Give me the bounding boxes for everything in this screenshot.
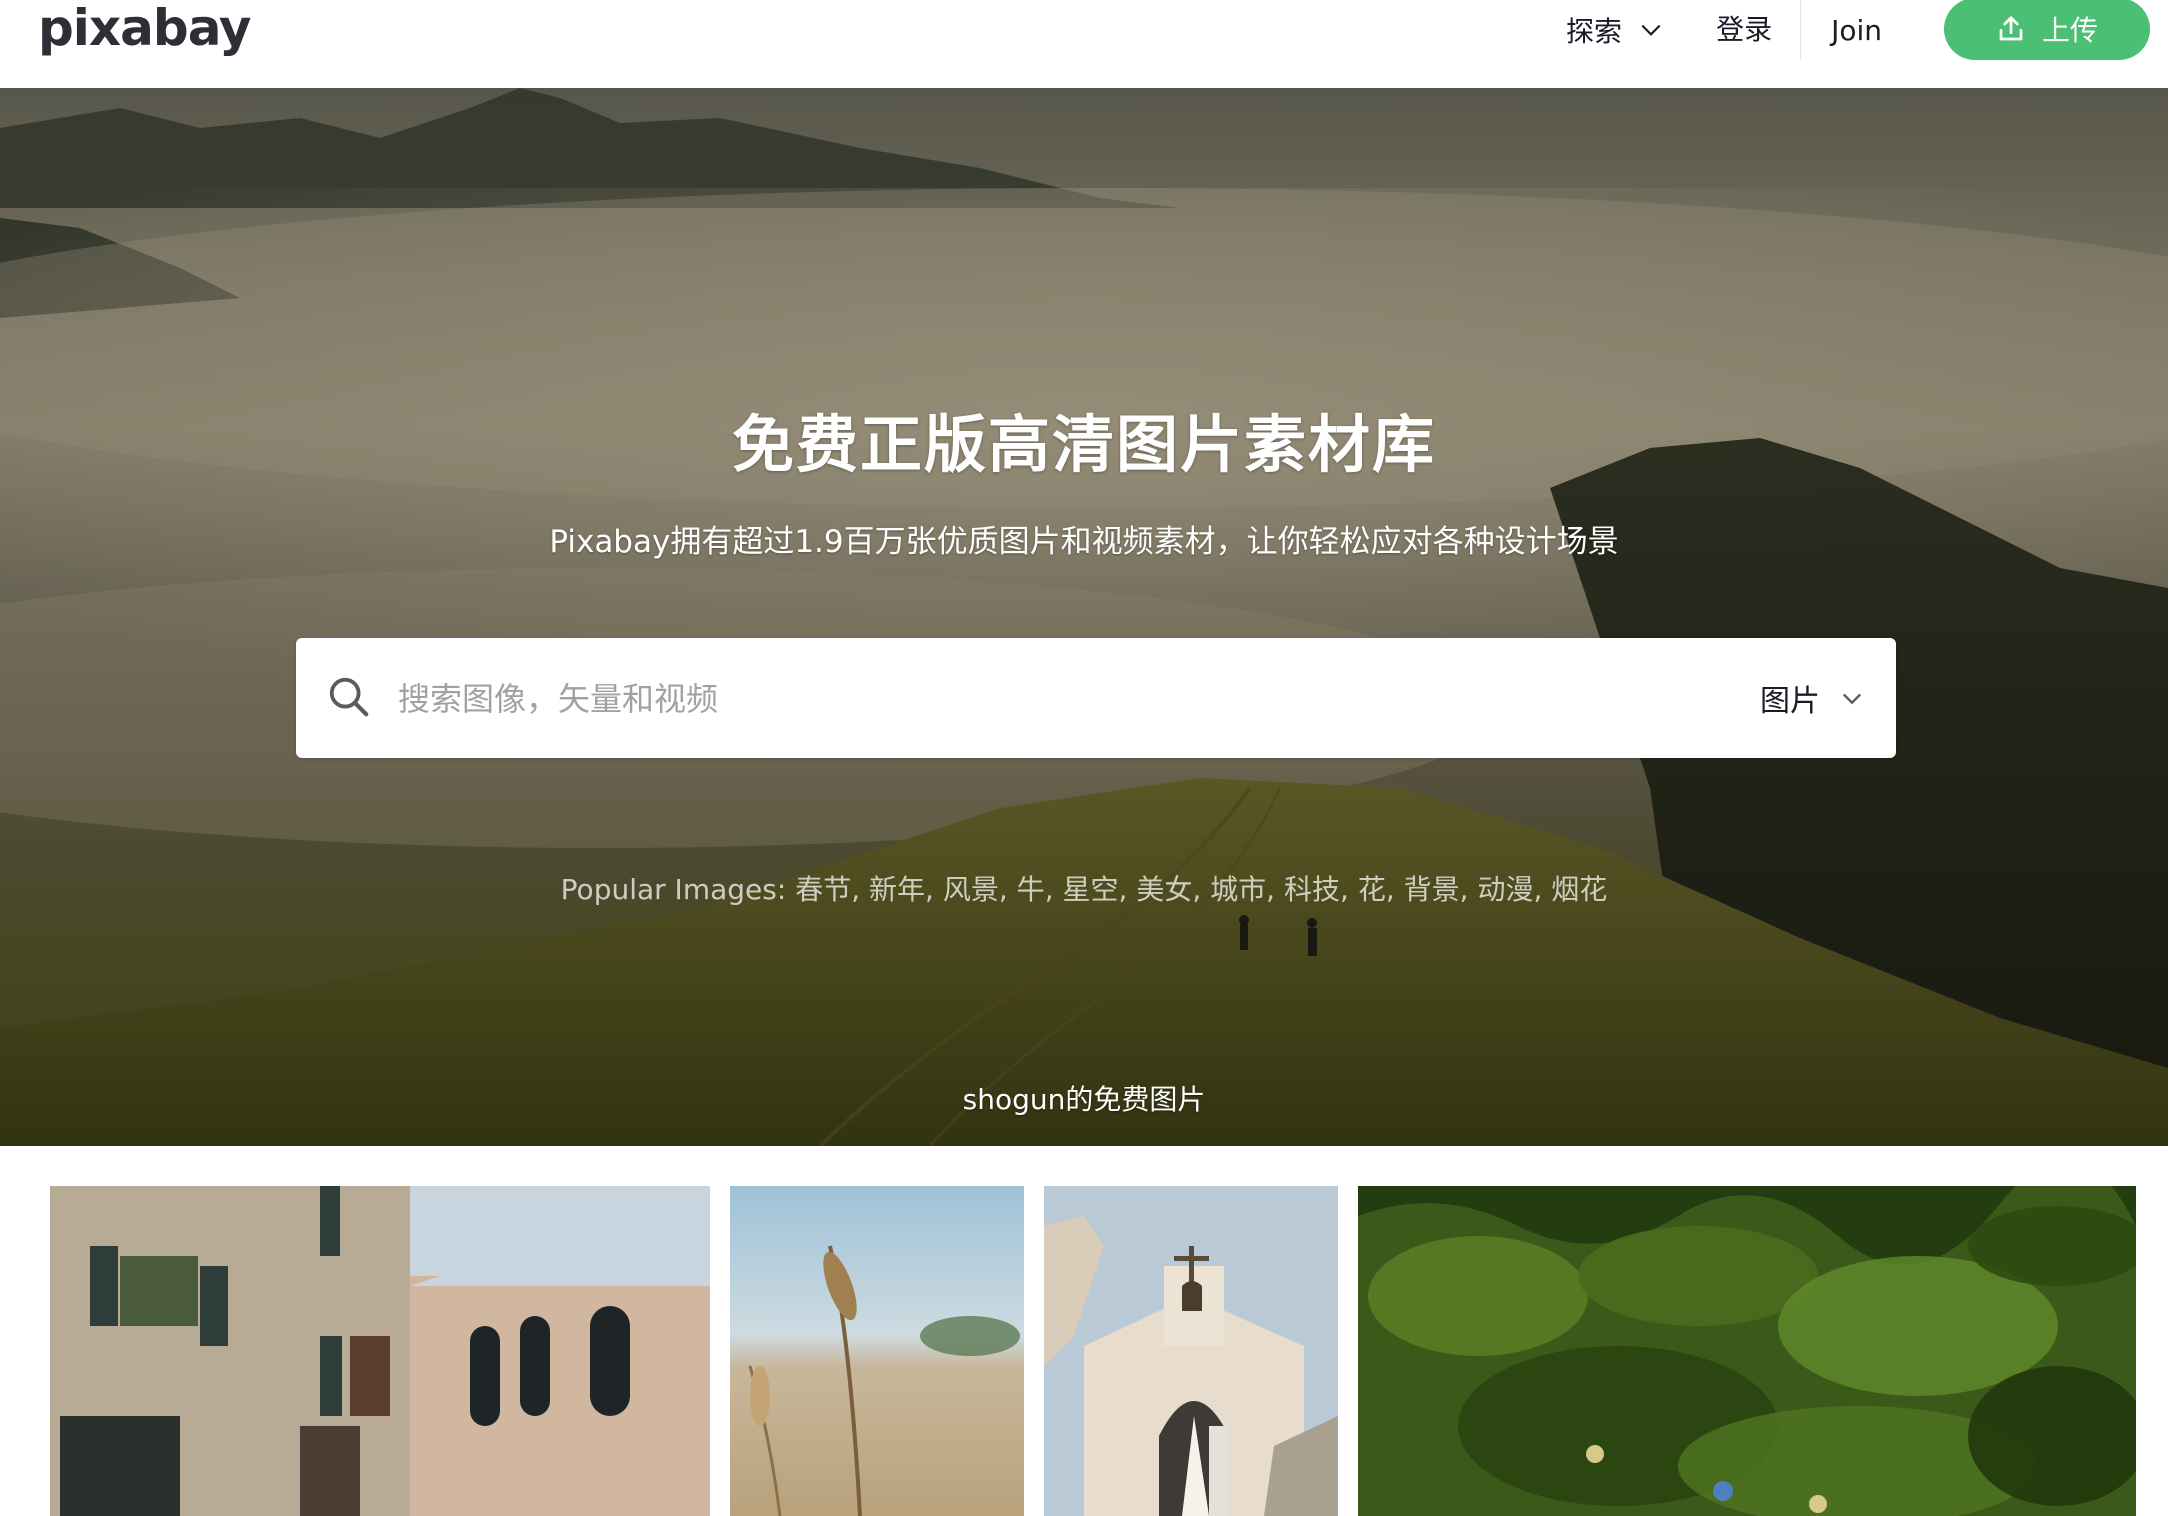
hero-title: 免费正版高清图片素材库: [731, 408, 1436, 481]
hero-overlay: [0, 88, 2168, 1146]
media-type-label: 图片: [1760, 684, 1820, 719]
chevron-down-icon: [1843, 693, 1861, 705]
popular-tag-link[interactable]: 动漫: [1477, 873, 1533, 906]
explore-label: 探索: [1566, 15, 1623, 48]
nav-menu: 探索 登录 Join 上传: [1566, 0, 2150, 60]
popular-images: Popular Images: 春节, 新年, 风景, 牛, 星空, 美女, 城…: [0, 868, 2168, 908]
wheat-field-image: [730, 1186, 1024, 1516]
join-link[interactable]: Join: [1831, 14, 1882, 47]
green-grass-aerial-image: [1358, 1186, 2136, 1516]
popular-tag-link[interactable]: 春节: [795, 873, 851, 906]
popular-tag-link[interactable]: 背景: [1404, 873, 1460, 906]
popular-tag-link[interactable]: 风景: [943, 873, 999, 906]
image-tile-green-grass-aerial[interactable]: [1358, 1186, 2136, 1516]
image-tile-chapel-wedding[interactable]: [1044, 1186, 1338, 1516]
chevron-down-icon: [1641, 24, 1661, 36]
upload-label: 上传: [2041, 14, 2098, 47]
hero-subtitle: Pixabay拥有超过1.9百万张优质图片和视频素材，让你轻松应对各种设计场景: [549, 524, 1619, 560]
image-tile-venice-buildings[interactable]: [50, 1186, 710, 1516]
photo-credit[interactable]: shogun的免费图片: [0, 1078, 2168, 1118]
pixabay-logo[interactable]: pixabay: [38, 0, 252, 56]
popular-tag-link[interactable]: 烟花: [1551, 873, 1607, 906]
search-icon[interactable]: [326, 674, 372, 720]
image-tile-wheat-field[interactable]: [730, 1186, 1024, 1516]
popular-label: Popular Images:: [560, 873, 787, 906]
venice-buildings-image: [50, 1186, 710, 1516]
popular-tag-link[interactable]: 新年: [869, 873, 925, 906]
popular-tag-link[interactable]: 花: [1358, 873, 1386, 906]
search-input[interactable]: [396, 668, 1600, 730]
upload-icon: [1999, 16, 2023, 41]
media-type-select[interactable]: 图片: [1760, 668, 1866, 728]
popular-tag-link[interactable]: 科技: [1284, 873, 1340, 906]
popular-tag-link[interactable]: 城市: [1210, 873, 1266, 906]
image-grid: [0, 1186, 2168, 1516]
popular-tag-link[interactable]: 牛: [1017, 873, 1045, 906]
upload-button[interactable]: 上传: [1944, 0, 2150, 60]
explore-menu[interactable]: 探索: [1566, 10, 1664, 50]
popular-tags: 春节, 新年, 风景, 牛, 星空, 美女, 城市, 科技, 花, 背景, 动漫…: [795, 873, 1608, 906]
hero-banner: 免费正版高清图片素材库 Pixabay拥有超过1.9百万张优质图片和视频素材，让…: [0, 88, 2168, 1146]
top-navbar: pixabay 探索 登录 Join 上传: [0, 0, 2168, 88]
popular-tag-link[interactable]: 星空: [1063, 873, 1119, 906]
search-bar: 图片: [296, 638, 1896, 758]
chapel-wedding-image: [1044, 1186, 1338, 1516]
popular-tag-link[interactable]: 美女: [1136, 873, 1192, 906]
login-link[interactable]: 登录: [1716, 0, 1802, 60]
